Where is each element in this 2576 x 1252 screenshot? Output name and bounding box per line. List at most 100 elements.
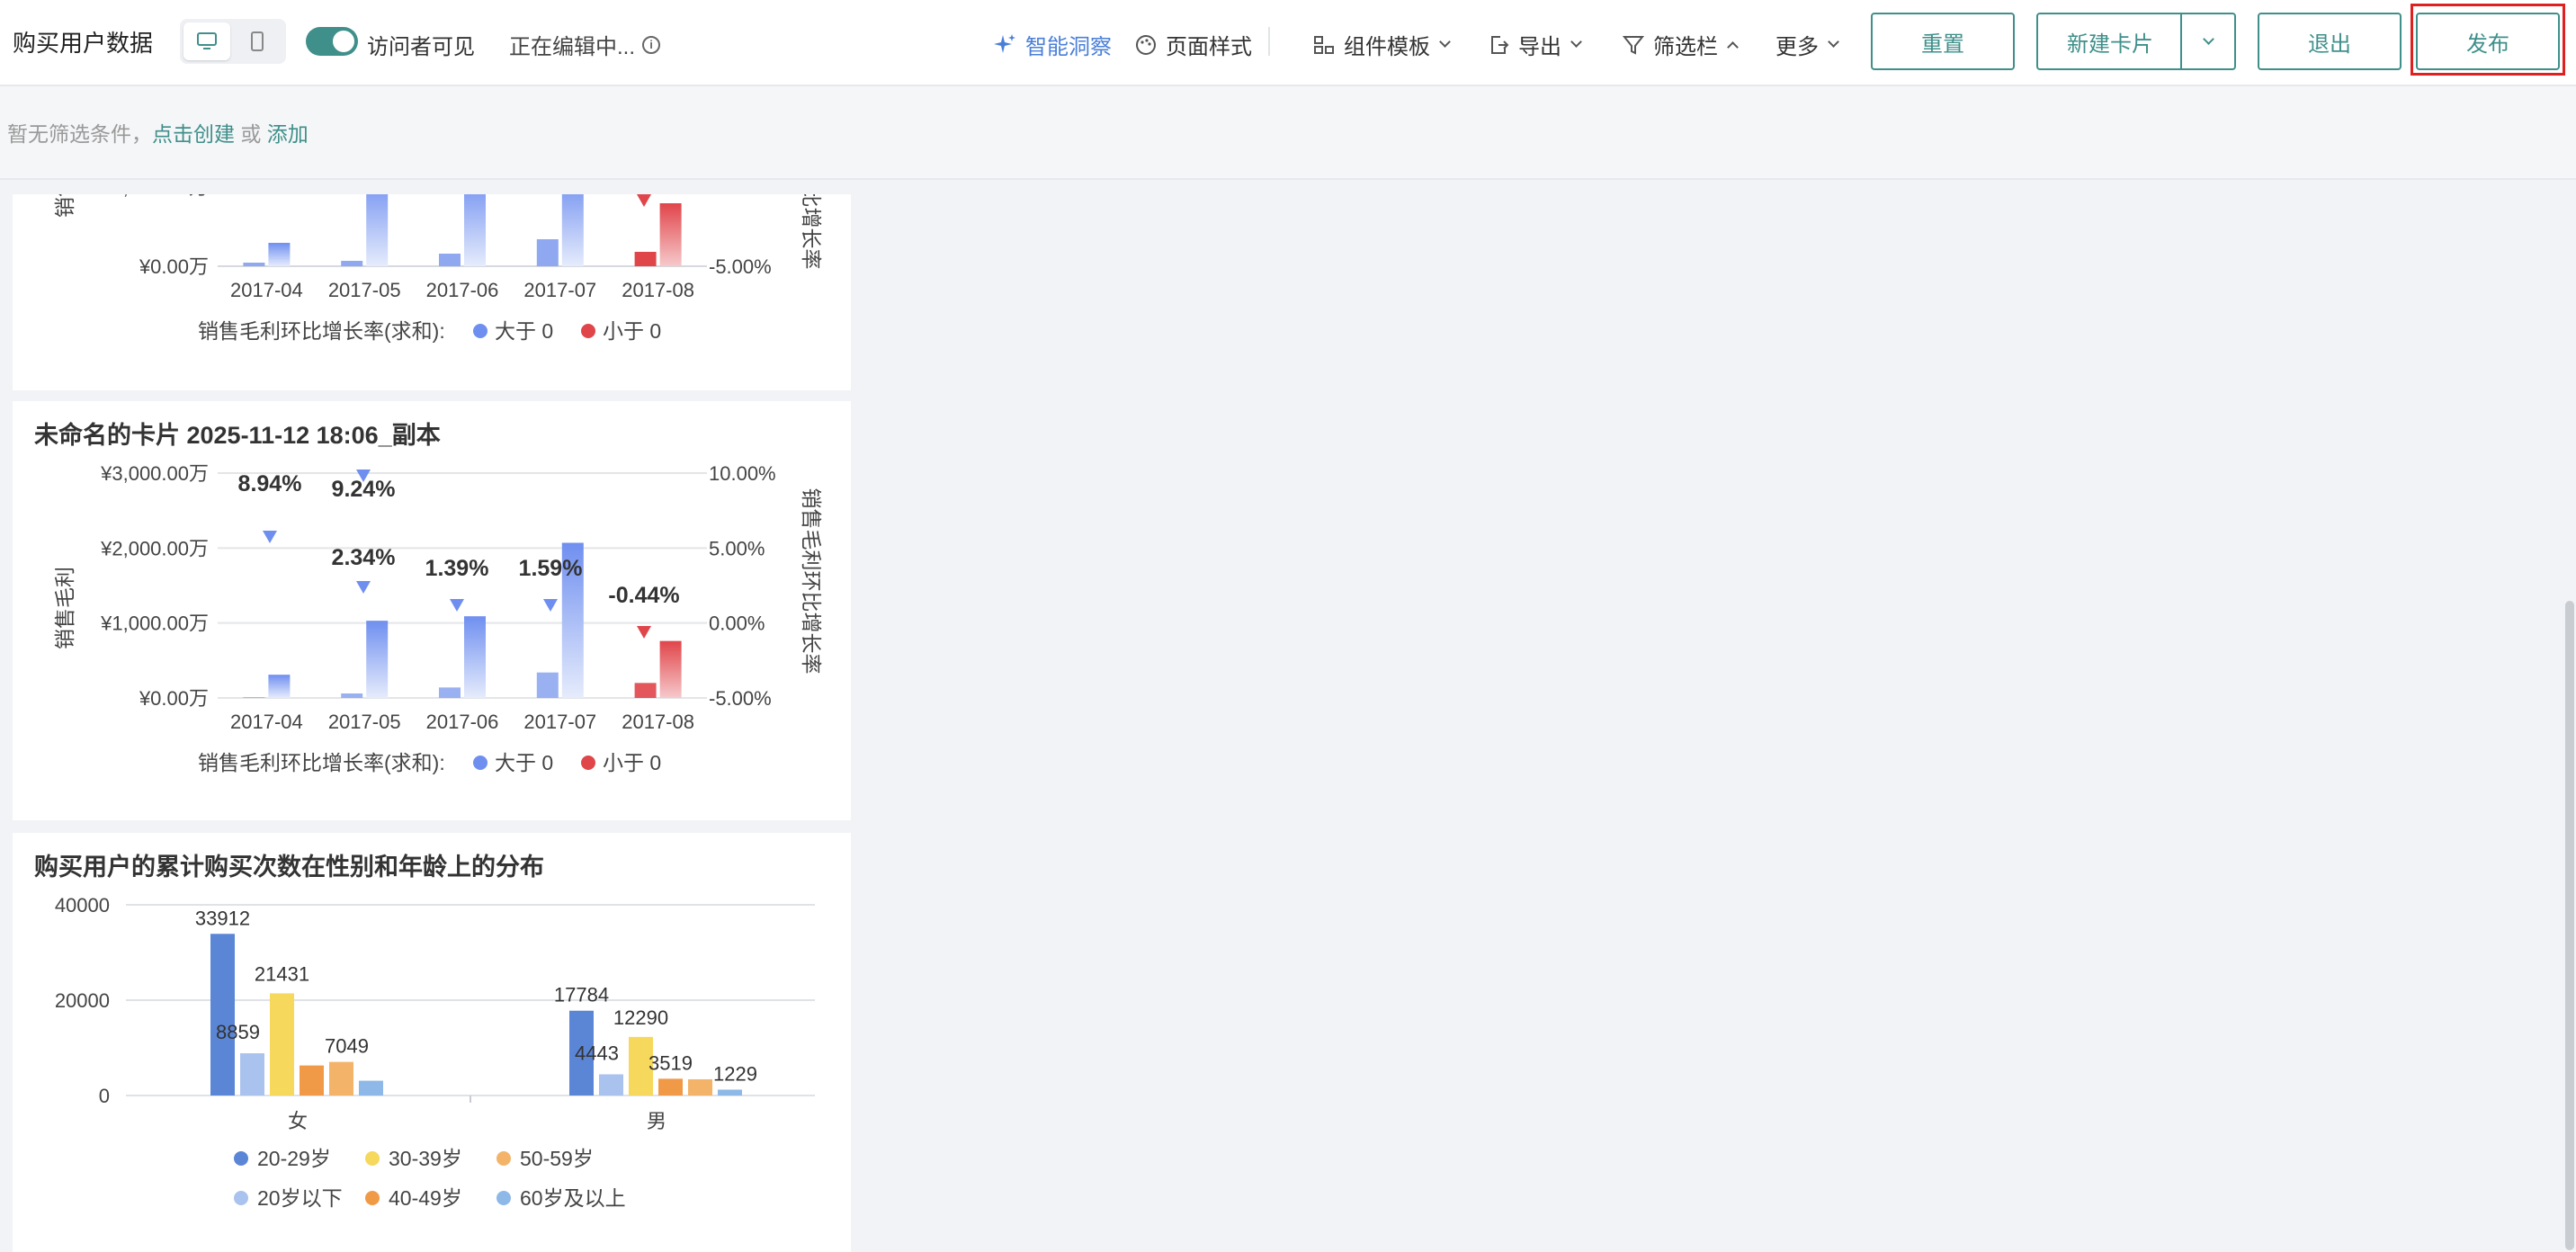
growth-marker — [637, 194, 651, 207]
x-tick-label: 2017-07 — [523, 279, 596, 301]
gross-profit-chart-partial: ¥0.00万¥1,000.00万-5.00%0.00%销售毛利销售毛利环比增长率… — [53, 194, 823, 343]
card-gross-profit-copy[interactable]: 未命名的卡片 2025-11-12 18:06_副本 ¥0.00万 ¥1,000.… — [13, 401, 851, 820]
gross-profit-chart: ¥0.00万 ¥1,000.00万 ¥2,000.00万 ¥3,000.00万 -5.0… — [53, 462, 823, 774]
page-style-label: 页面样式 — [1166, 35, 1252, 59]
card-purchase-distribution[interactable]: 购买用户的累计购买次数在性别和年龄上的分布 0 20000 40000 33912 88… — [13, 833, 851, 1252]
page-title: 购买用户数据 — [13, 30, 154, 57]
bar-secondary — [536, 672, 559, 698]
reset-button[interactable]: 重置 — [1871, 13, 2015, 70]
growth-marker — [450, 599, 464, 612]
y2-tick-label: -5.00% — [709, 687, 772, 710]
info-icon[interactable]: i — [642, 35, 661, 54]
filter-empty-text: 暂无筛选条件， — [7, 122, 152, 146]
create-filter-link[interactable]: 点击创建 — [152, 122, 235, 146]
bar-primary — [268, 675, 291, 698]
more-button[interactable]: 更多 — [1775, 29, 1839, 60]
mobile-view-button[interactable] — [234, 22, 281, 60]
vertical-scrollbar[interactable] — [2565, 601, 2574, 1250]
legend-label: 30-39岁 — [389, 1147, 462, 1170]
data-label: 3519 — [648, 1051, 693, 1074]
bar-primary — [268, 243, 291, 266]
legend-marker — [496, 1151, 511, 1166]
y2-tick-label: 0.00% — [709, 613, 765, 635]
data-label: 4443 — [575, 1042, 619, 1064]
filter-bar-button[interactable]: 筛选栏 — [1623, 29, 1739, 60]
new-card-button[interactable]: 新建卡片 — [2038, 26, 2182, 58]
bar-secondary — [634, 252, 657, 266]
data-label: 33912 — [195, 907, 250, 929]
y2-axis-title: 销售毛利环比增长率 — [800, 488, 823, 675]
y2-tick-label: 5.00% — [709, 537, 765, 559]
smart-insight-button[interactable]: 智能洞察 — [993, 29, 1112, 60]
bar-secondary — [439, 254, 461, 266]
page-style-button[interactable]: 页面样式 — [1135, 29, 1252, 60]
add-filter-link[interactable]: 添加 — [267, 122, 309, 146]
bar-secondary — [341, 261, 363, 266]
growth-marker — [356, 581, 371, 594]
legend-label: 20岁以下 — [257, 1186, 343, 1210]
bar-primary — [659, 203, 682, 266]
exit-button[interactable]: 退出 — [2258, 13, 2402, 70]
legend-marker-positive — [473, 324, 487, 338]
component-template-label: 组件模板 — [1344, 35, 1430, 59]
x-tick-label: 2017-06 — [426, 711, 499, 733]
chevron-down-icon — [1439, 36, 1451, 48]
y-tick-label: ¥0.00万 — [139, 687, 209, 710]
legend-label: 60岁及以上 — [520, 1186, 626, 1210]
y-tick-label: 40000 — [55, 894, 110, 917]
component-template-button[interactable]: 组件模板 — [1313, 29, 1451, 60]
visitor-visible-label: 访问者可见 — [367, 35, 475, 59]
growth-data-label: 1.39% — [425, 556, 489, 581]
y2-tick-label: -5.00% — [709, 255, 772, 278]
desktop-view-button[interactable] — [183, 22, 230, 60]
legend-marker-positive — [473, 756, 487, 770]
data-label: 17784 — [554, 984, 609, 1006]
bar — [359, 1080, 383, 1096]
top-toolbar: 购买用户数据 访问者可见 正在编辑中... i 智能洞察 页面样式 组件模板 导… — [0, 0, 2576, 86]
legend-label: 20-29岁 — [257, 1147, 331, 1170]
y2-tick-label: 0.00% — [709, 194, 765, 199]
device-switch — [180, 19, 286, 64]
export-button[interactable]: 导出 — [1488, 29, 1582, 60]
x-tick-label: 女 — [288, 1110, 308, 1132]
legend-label: 40-49岁 — [389, 1186, 462, 1210]
growth-data-label: -0.44% — [608, 583, 679, 608]
x-tick-label: 男 — [647, 1110, 666, 1132]
x-tick-label: 2017-04 — [230, 279, 303, 301]
chevron-down-icon — [2202, 32, 2214, 45]
publish-highlight-box — [2411, 4, 2565, 76]
sparkle-icon — [994, 33, 1015, 53]
y-tick-label: ¥0.00万 — [139, 255, 209, 278]
new-card-dropdown-button[interactable] — [2182, 14, 2234, 68]
card-gross-profit-partial[interactable]: ¥0.00万¥1,000.00万-5.00%0.00%销售毛利销售毛利环比增长率… — [13, 194, 851, 390]
legend-marker — [365, 1151, 380, 1166]
chevron-down-icon — [1828, 36, 1839, 48]
new-card-button-group: 新建卡片 — [2036, 13, 2236, 70]
monitor-icon — [197, 32, 217, 49]
legend-marker — [365, 1191, 380, 1205]
chevron-up-icon — [1727, 41, 1739, 53]
filter-or-text: 或 — [240, 122, 262, 146]
filter-empty-message: 暂无筛选条件，点击创建 或 添加 — [7, 117, 309, 148]
y2-axis-title: 销售毛利环比增长率 — [800, 194, 823, 270]
y-tick-label: 20000 — [55, 989, 110, 1012]
x-tick-label: 2017-08 — [622, 279, 694, 301]
legend-marker — [234, 1151, 248, 1166]
bar-secondary — [634, 683, 657, 698]
data-label: 7049 — [325, 1035, 369, 1058]
growth-marker — [637, 626, 651, 639]
growth-data-label: 1.59% — [519, 556, 583, 581]
bar-secondary — [536, 239, 559, 266]
y-tick-label: ¥1,000.00万 — [100, 613, 209, 635]
toolbar-divider — [1268, 27, 1270, 56]
legend-marker-negative — [581, 756, 595, 770]
legend-marker-negative — [581, 324, 595, 338]
legend-marker — [496, 1191, 511, 1205]
legend-title: 销售毛利环比增长率(求和): — [198, 751, 445, 774]
smart-insight-label: 智能洞察 — [1025, 35, 1112, 59]
y2-tick-label: 10.00% — [709, 462, 776, 485]
visitor-visible-toggle[interactable] — [306, 27, 358, 56]
x-tick-label: 2017-08 — [622, 711, 694, 733]
y-axis-title: 销售毛利 — [53, 567, 76, 649]
legend-label: 50-59岁 — [520, 1147, 594, 1170]
